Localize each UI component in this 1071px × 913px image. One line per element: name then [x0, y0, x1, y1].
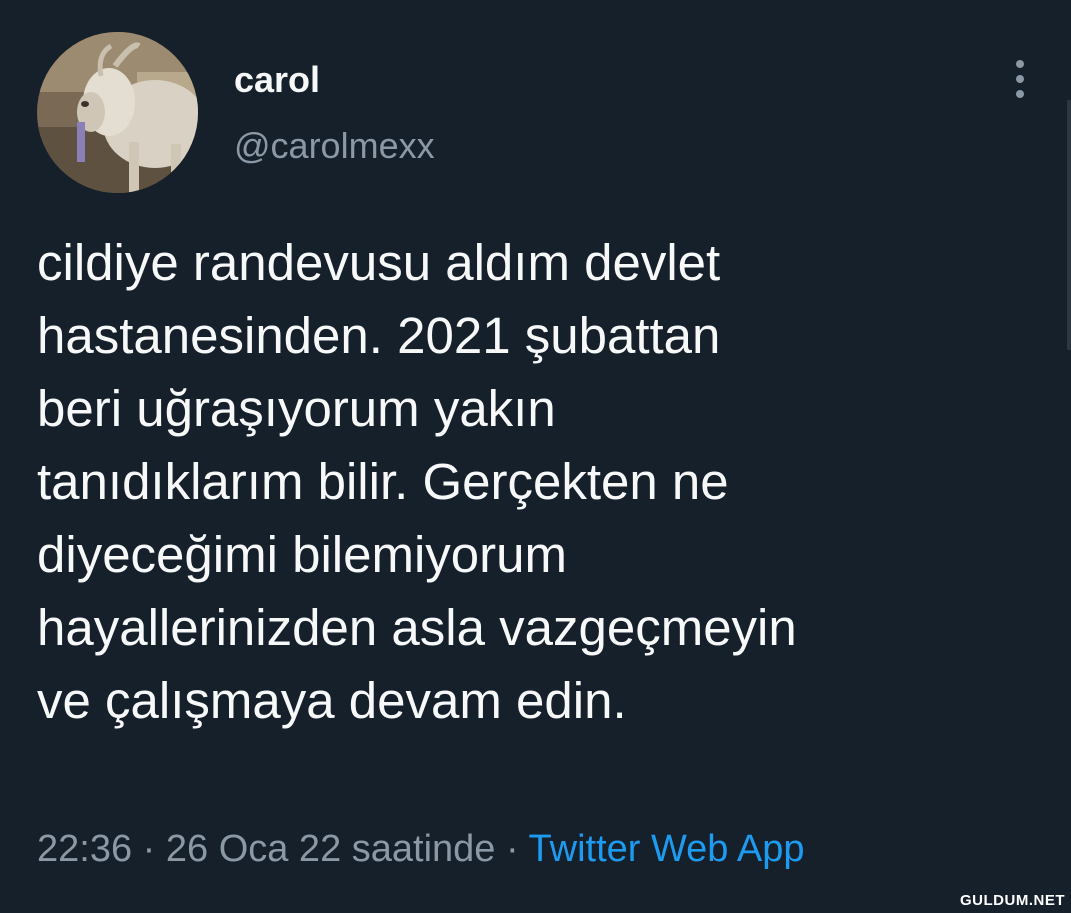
tweet-timestamp[interactable]: 22:36 · 26 Oca 22 saatinde	[37, 828, 495, 870]
avatar[interactable]	[37, 32, 198, 193]
tweet-card: carol @carolmexx cildiye randevusu aldım…	[0, 0, 1071, 913]
more-vertical-icon	[1016, 60, 1024, 68]
tweet-text-line: hayallerinizden asla vazgeçmeyin	[37, 599, 797, 656]
display-name[interactable]: carol	[234, 58, 320, 102]
tweet-text-line: hastanesinden. 2021 şubattan	[37, 307, 721, 364]
meta-separator: ·	[495, 828, 529, 870]
tweet-text-line: tanıdıklarım bilir. Gerçekten ne	[37, 453, 729, 510]
tweet-text: cildiye randevusu aldım devlet hastanesi…	[37, 226, 1037, 737]
tweet-text-line: ve çalışmaya devam edin.	[37, 672, 627, 729]
goat-avatar-icon	[37, 32, 198, 193]
more-vertical-icon-dot-2	[1016, 75, 1024, 83]
tweet-text-line: diyeceğimi bilemiyorum	[37, 526, 567, 583]
tweet-text-line: cildiye randevusu aldım devlet	[37, 234, 721, 291]
more-options-button[interactable]	[1004, 56, 1036, 102]
scrollbar[interactable]	[1067, 100, 1071, 350]
tweet-source-link[interactable]: Twitter Web App	[529, 828, 805, 870]
watermark: GULDUM.NET	[960, 892, 1065, 909]
more-vertical-icon-dot-3	[1016, 90, 1024, 98]
tweet-text-line: beri uğraşıyorum yakın	[37, 380, 556, 437]
user-handle[interactable]: @carolmexx	[234, 124, 435, 168]
tweet-meta: 22:36 · 26 Oca 22 saatinde · Twitter Web…	[37, 826, 805, 872]
